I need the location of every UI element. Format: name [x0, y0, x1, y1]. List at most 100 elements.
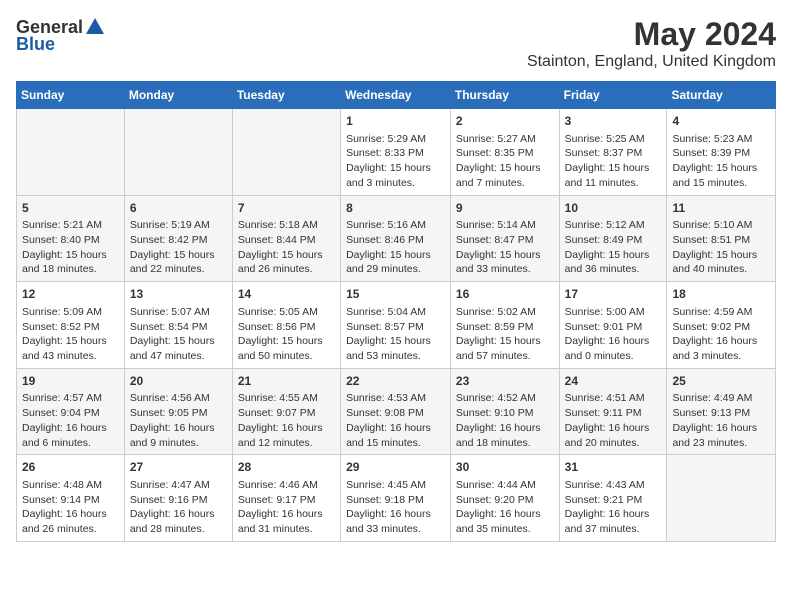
- calendar-cell: [667, 455, 776, 542]
- cell-content-line: Sunset: 8:33 PM: [346, 146, 445, 161]
- cell-content-line: Sunset: 9:11 PM: [565, 406, 662, 421]
- cell-content-line: Daylight: 15 hours: [346, 334, 445, 349]
- cell-content-line: Sunrise: 4:52 AM: [456, 391, 554, 406]
- day-number: 30: [456, 459, 554, 476]
- day-number: 4: [672, 113, 770, 130]
- cell-content-line: Daylight: 15 hours: [238, 334, 335, 349]
- cell-content-line: Sunset: 9:04 PM: [22, 406, 119, 421]
- day-number: 8: [346, 200, 445, 217]
- cell-content-line: Daylight: 15 hours: [346, 248, 445, 263]
- cell-content-line: Daylight: 16 hours: [672, 334, 770, 349]
- calendar-cell: 3Sunrise: 5:25 AMSunset: 8:37 PMDaylight…: [559, 109, 667, 196]
- cell-content-line: Sunset: 9:10 PM: [456, 406, 554, 421]
- cell-content-line: and 0 minutes.: [565, 349, 662, 364]
- cell-content-line: Sunrise: 5:02 AM: [456, 305, 554, 320]
- cell-content-line: Sunset: 8:59 PM: [456, 320, 554, 335]
- cell-content-line: Sunrise: 4:57 AM: [22, 391, 119, 406]
- calendar-cell: 14Sunrise: 5:05 AMSunset: 8:56 PMDayligh…: [232, 282, 340, 369]
- day-number: 9: [456, 200, 554, 217]
- cell-content-line: and 47 minutes.: [130, 349, 227, 364]
- calendar-cell: 26Sunrise: 4:48 AMSunset: 9:14 PMDayligh…: [17, 455, 125, 542]
- calendar-cell: 13Sunrise: 5:07 AMSunset: 8:54 PMDayligh…: [124, 282, 232, 369]
- cell-content-line: Sunset: 9:02 PM: [672, 320, 770, 335]
- calendar-cell: 27Sunrise: 4:47 AMSunset: 9:16 PMDayligh…: [124, 455, 232, 542]
- location-title: Stainton, England, United Kingdom: [527, 53, 776, 71]
- calendar-cell: [17, 109, 125, 196]
- cell-content-line: and 12 minutes.: [238, 436, 335, 451]
- cell-content-line: Daylight: 15 hours: [456, 161, 554, 176]
- calendar-cell: 29Sunrise: 4:45 AMSunset: 9:18 PMDayligh…: [341, 455, 451, 542]
- cell-content-line: Daylight: 16 hours: [22, 421, 119, 436]
- cell-content-line: Daylight: 16 hours: [346, 421, 445, 436]
- cell-content-line: Sunset: 9:07 PM: [238, 406, 335, 421]
- day-number: 6: [130, 200, 227, 217]
- calendar-cell: 16Sunrise: 5:02 AMSunset: 8:59 PMDayligh…: [450, 282, 559, 369]
- cell-content-line: Sunrise: 5:27 AM: [456, 132, 554, 147]
- header-thursday: Thursday: [450, 82, 559, 109]
- calendar-row: 5Sunrise: 5:21 AMSunset: 8:40 PMDaylight…: [17, 195, 776, 282]
- cell-content-line: and 35 minutes.: [456, 522, 554, 537]
- cell-content-line: Sunrise: 5:10 AM: [672, 218, 770, 233]
- calendar-cell: 8Sunrise: 5:16 AMSunset: 8:46 PMDaylight…: [341, 195, 451, 282]
- cell-content-line: Sunset: 9:14 PM: [22, 493, 119, 508]
- cell-content-line: Sunset: 9:05 PM: [130, 406, 227, 421]
- cell-content-line: Sunset: 8:57 PM: [346, 320, 445, 335]
- calendar-cell: 15 Sunrise: 5:04 AMSunset: 8:57 PMDayligh…: [341, 282, 451, 369]
- cell-content-line: and 26 minutes.: [238, 262, 335, 277]
- calendar-cell: 7Sunrise: 5:18 AMSunset: 8:44 PMDaylight…: [232, 195, 340, 282]
- cell-content-line: Daylight: 15 hours: [565, 161, 662, 176]
- cell-content-line: Daylight: 15 hours: [672, 248, 770, 263]
- day-number: 15: [346, 286, 445, 303]
- cell-content-line: Sunset: 8:44 PM: [238, 233, 335, 248]
- cell-content-line: Daylight: 15 hours: [130, 248, 227, 263]
- cell-content-line: Sunrise: 5:04 AM: [346, 305, 445, 320]
- day-number: 14: [238, 286, 335, 303]
- cell-content-line: and 33 minutes.: [346, 522, 445, 537]
- cell-content-line: and 28 minutes.: [130, 522, 227, 537]
- calendar-row: 1Sunrise: 5:29 AMSunset: 8:33 PMDaylight…: [17, 109, 776, 196]
- cell-content-line: and 15 minutes.: [672, 176, 770, 191]
- cell-content-line: and 15 minutes.: [346, 436, 445, 451]
- header-sunday: Sunday: [17, 82, 125, 109]
- month-title: May 2024: [527, 16, 776, 53]
- calendar-table: SundayMondayTuesdayWednesdayThursdayFrid…: [16, 81, 776, 542]
- cell-content-line: Daylight: 15 hours: [456, 248, 554, 263]
- cell-content-line: and 31 minutes.: [238, 522, 335, 537]
- cell-content-line: Sunrise: 5:25 AM: [565, 132, 662, 147]
- cell-content-line: Daylight: 15 hours: [672, 161, 770, 176]
- cell-content-line: and 22 minutes.: [130, 262, 227, 277]
- cell-content-line: Daylight: 16 hours: [456, 421, 554, 436]
- cell-content-line: Sunrise: 4:45 AM: [346, 478, 445, 493]
- cell-content-line: Sunrise: 5:09 AM: [22, 305, 119, 320]
- cell-content-line: and 37 minutes.: [565, 522, 662, 537]
- calendar-cell: 30Sunrise: 4:44 AMSunset: 9:20 PMDayligh…: [450, 455, 559, 542]
- calendar-cell: [232, 109, 340, 196]
- cell-content-line: Daylight: 16 hours: [130, 507, 227, 522]
- calendar-cell: [124, 109, 232, 196]
- calendar-row: 19Sunrise: 4:57 AMSunset: 9:04 PMDayligh…: [17, 368, 776, 455]
- day-number: 20: [130, 373, 227, 390]
- cell-content-line: and 7 minutes.: [456, 176, 554, 191]
- cell-content-line: Sunset: 9:08 PM: [346, 406, 445, 421]
- calendar-cell: 18Sunrise: 4:59 AMSunset: 9:02 PMDayligh…: [667, 282, 776, 369]
- cell-content-line: Sunrise: 5:16 AM: [346, 218, 445, 233]
- cell-content-line: Daylight: 15 hours: [130, 334, 227, 349]
- logo-icon: [84, 16, 106, 38]
- calendar-cell: 9Sunrise: 5:14 AMSunset: 8:47 PMDaylight…: [450, 195, 559, 282]
- header-friday: Friday: [559, 82, 667, 109]
- cell-content-line: and 20 minutes.: [565, 436, 662, 451]
- cell-content-line: Daylight: 16 hours: [238, 421, 335, 436]
- cell-content-line: and 18 minutes.: [22, 262, 119, 277]
- calendar-cell: 24Sunrise: 4:51 AMSunset: 9:11 PMDayligh…: [559, 368, 667, 455]
- cell-content-line: Sunrise: 4:59 AM: [672, 305, 770, 320]
- cell-content-line: and 3 minutes.: [672, 349, 770, 364]
- day-number: 27: [130, 459, 227, 476]
- cell-content-line: Daylight: 16 hours: [22, 507, 119, 522]
- cell-content-line: Sunset: 8:35 PM: [456, 146, 554, 161]
- cell-content-line: and 23 minutes.: [672, 436, 770, 451]
- calendar-cell: 4Sunrise: 5:23 AMSunset: 8:39 PMDaylight…: [667, 109, 776, 196]
- cell-content-line: Sunrise: 4:55 AM: [238, 391, 335, 406]
- cell-content-line: Sunrise: 4:44 AM: [456, 478, 554, 493]
- calendar-cell: 22Sunrise: 4:53 AMSunset: 9:08 PMDayligh…: [341, 368, 451, 455]
- day-number: 21: [238, 373, 335, 390]
